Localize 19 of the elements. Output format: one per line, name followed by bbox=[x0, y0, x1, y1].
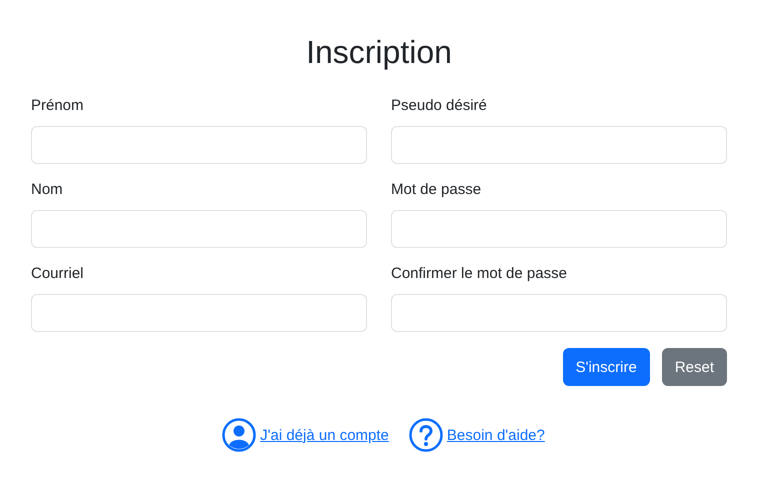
field-label: Confirmer le mot de passe bbox=[391, 264, 567, 284]
field-label: Prénom bbox=[31, 96, 84, 116]
field-label: Courriel bbox=[31, 264, 84, 284]
input-field[interactable] bbox=[391, 294, 727, 332]
page-title: Inscription bbox=[305, 33, 453, 72]
field-label: Mot de passe bbox=[391, 180, 482, 200]
input-field[interactable] bbox=[391, 210, 727, 248]
field-label: Pseudo désiré bbox=[391, 96, 487, 116]
input-field[interactable] bbox=[31, 210, 367, 248]
input-field[interactable] bbox=[31, 126, 367, 164]
input-field[interactable] bbox=[391, 126, 727, 164]
reset-button[interactable]: Reset bbox=[662, 348, 727, 386]
help-icon bbox=[408, 418, 443, 452]
submit-button[interactable]: S'inscrire bbox=[562, 348, 650, 386]
input-field[interactable] bbox=[31, 294, 367, 332]
field-label: Nom bbox=[31, 180, 63, 200]
user-icon bbox=[222, 418, 256, 452]
link[interactable]: J'ai déjà un compte bbox=[222, 418, 389, 452]
link[interactable]: Besoin d'aide? bbox=[408, 418, 545, 452]
